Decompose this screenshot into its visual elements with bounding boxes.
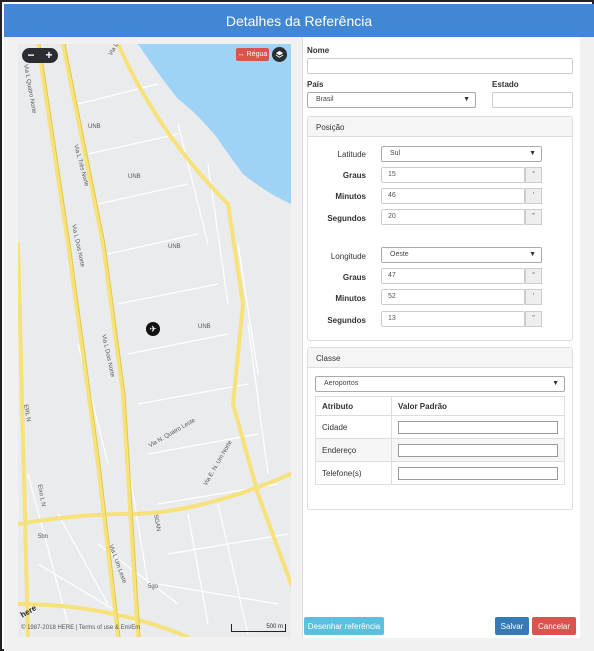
minute-addon: ' (525, 188, 542, 204)
estado-input[interactable] (492, 92, 573, 108)
second-addon: " (525, 311, 542, 327)
longitude-selected-value: Oeste (390, 251, 409, 258)
telefone-value-input[interactable] (398, 466, 558, 480)
street-label: UNB (88, 124, 101, 130)
ruler-button[interactable]: ↔ Régua (236, 48, 269, 61)
layers-icon[interactable] (272, 47, 287, 62)
map-attribution[interactable]: © 1987-2018 HERE | Terms of use & Em/Em (21, 625, 226, 631)
degree-addon: ° (525, 268, 542, 284)
map-view[interactable]: Via L Quatro Norte Via L Três Norte Via … (18, 44, 291, 637)
posicao-title: Posição (308, 117, 572, 137)
estado-label: Estado (492, 80, 519, 89)
latitude-selected-value: Sul (390, 150, 401, 157)
cancel-button[interactable]: Cancelar (532, 617, 576, 635)
table-row: Cidade (315, 415, 565, 439)
table-header-row: Atributo Valor Padrão (315, 396, 565, 416)
lat-minutos-input[interactable]: 46 (381, 188, 525, 204)
map-canvas (18, 44, 291, 637)
longitude-label: Longitude (330, 252, 366, 261)
zoom-in-button[interactable]: + (45, 48, 52, 63)
save-button[interactable]: Salvar (495, 617, 529, 635)
classe-title: Classe (308, 348, 572, 368)
street-label: UNB (128, 174, 141, 180)
attribute-name: Cidade (315, 415, 392, 439)
pais-select[interactable]: Brasil ▼ (307, 92, 476, 108)
latitude-select[interactable]: Sul ▼ (381, 146, 542, 162)
column-header: Valor Padrão (391, 396, 565, 416)
table-row: Telefone(s) (315, 461, 565, 485)
street-label: UNB (198, 324, 211, 330)
column-header: Atributo (315, 396, 392, 416)
lon-minutos-input[interactable]: 52 (381, 289, 525, 305)
street-label: 5go (148, 584, 159, 590)
lat-graus-input[interactable]: 15 (381, 167, 525, 183)
latitude-label: Latitude (337, 150, 366, 159)
attribute-name: Telefone(s) (315, 461, 392, 485)
chevron-down-icon: ▼ (529, 150, 536, 157)
lat-segundos-input[interactable]: 20 (381, 209, 525, 225)
major-roads-outline (39, 44, 141, 637)
classe-selected-value: Aeroportos (324, 380, 359, 387)
airport-marker-icon[interactable]: ✈ (146, 322, 160, 336)
lon-graus-label: Graus (342, 273, 366, 282)
lon-segundos-input[interactable]: 13 (381, 311, 525, 327)
attribute-name: Endereço (315, 438, 392, 462)
second-addon: " (525, 209, 542, 225)
cidade-value-input[interactable] (398, 420, 558, 434)
dialog-title: Detalhes da Referência (4, 4, 594, 37)
zoom-control: − + (22, 48, 58, 63)
pais-selected-value: Brasil (316, 96, 334, 103)
lon-minutos-label: Minutos (335, 294, 366, 303)
draw-reference-button[interactable]: Desenhar referência (304, 617, 384, 635)
map-scale-bar: 500 m (231, 624, 286, 632)
lat-minutos-label: Minutos (335, 192, 366, 201)
lat-segundos-label: Segundos (327, 214, 366, 223)
chevron-down-icon: ▼ (463, 96, 470, 103)
chevron-down-icon: ▼ (552, 380, 559, 387)
zoom-out-button[interactable]: − (27, 48, 34, 63)
endereco-value-input[interactable] (398, 443, 558, 457)
lat-graus-label: Graus (342, 171, 366, 180)
lon-segundos-label: Segundos (327, 316, 366, 325)
table-row: Endereço (315, 438, 565, 462)
nome-input[interactable] (307, 58, 573, 74)
street-label: 5bn (38, 534, 49, 540)
minute-addon: ' (525, 289, 542, 305)
street-label: UNB (168, 244, 181, 250)
chevron-down-icon: ▼ (529, 251, 536, 258)
nome-label: Nome (307, 46, 330, 55)
classe-select[interactable]: Aeroportos ▼ (315, 376, 565, 392)
longitude-select[interactable]: Oeste ▼ (381, 247, 542, 263)
degree-addon: ° (525, 167, 542, 183)
pais-label: País (307, 80, 324, 89)
lon-graus-input[interactable]: 47 (381, 268, 525, 284)
attributes-table: Atributo Valor Padrão Cidade Endereço Te… (315, 396, 565, 485)
